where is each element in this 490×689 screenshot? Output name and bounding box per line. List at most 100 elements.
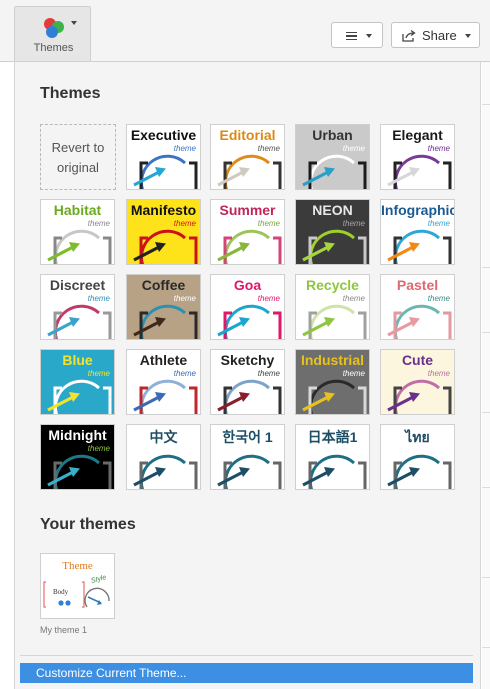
theme-tile-manifesto[interactable]: Manifesto theme — [126, 199, 201, 265]
theme-tile-lang-23[interactable]: ไทย — [380, 424, 455, 490]
preview-arc — [139, 379, 187, 414]
preview-arc — [139, 154, 187, 189]
preview-arc — [139, 454, 187, 489]
theme-tile-infographic[interactable]: Infographic theme — [380, 199, 455, 265]
theme-tile-midnight[interactable]: Midnight theme — [40, 424, 115, 490]
preview-right-bracket — [443, 236, 452, 264]
theme-subtitle: theme — [87, 444, 110, 453]
theme-tile-goa[interactable]: Goa theme — [210, 274, 285, 340]
revert-to-original-button[interactable]: Revert to original — [40, 124, 116, 190]
preview-right-bracket — [273, 161, 282, 189]
theme-tile-summer[interactable]: Summer theme — [210, 199, 285, 265]
preview-arc — [139, 304, 187, 339]
preview-arrow — [217, 244, 246, 262]
preview-arc — [308, 304, 356, 339]
share-button-label: Share — [422, 28, 457, 43]
theme-tile-recycle[interactable]: Recycle theme — [295, 274, 370, 340]
preview-arrow — [387, 394, 416, 412]
theme-name: Athlete — [139, 352, 188, 368]
preview-arrow — [133, 244, 162, 262]
preview-arc — [53, 229, 101, 264]
theme-tile-executive[interactable]: Executive theme — [126, 124, 201, 190]
theme-tile-coffee[interactable]: Coffee theme — [126, 274, 201, 340]
preview-arc — [53, 304, 101, 339]
theme-subtitle: theme — [427, 144, 450, 153]
preview-arc — [308, 454, 356, 489]
preview-arc — [393, 304, 441, 339]
theme-subtitle: theme — [87, 369, 110, 378]
theme-tile-1[interactable]: 한국어 1 — [210, 424, 285, 490]
preview-right-bracket — [189, 161, 198, 189]
background-strip — [482, 62, 490, 689]
preview-right-bracket — [358, 386, 367, 414]
customize-current-theme-button[interactable]: Customize Current Theme... — [20, 663, 473, 683]
theme-name: 中文 — [149, 429, 178, 445]
theme-subtitle: theme — [427, 294, 450, 303]
my-theme-tile[interactable]: Theme Body Style — [40, 553, 115, 619]
theme-subtitle: theme — [87, 294, 110, 303]
preview-right-bracket — [273, 461, 282, 489]
preview-arc — [308, 379, 356, 414]
preview-arc — [53, 379, 101, 414]
theme-name: Cute — [401, 352, 434, 368]
share-button[interactable]: Share — [391, 22, 480, 48]
theme-tile-cute[interactable]: Cute theme — [380, 349, 455, 415]
theme-subtitle: theme — [173, 369, 196, 378]
themes-button[interactable]: Themes — [14, 6, 91, 61]
top-toolbar: Themes Share — [0, 0, 490, 62]
theme-name: 日本語1 — [307, 429, 358, 445]
theme-subtitle: theme — [173, 144, 196, 153]
theme-tile-editorial[interactable]: Editorial theme — [210, 124, 285, 190]
theme-tile-lang-20[interactable]: 中文 — [126, 424, 201, 490]
menu-lines-icon — [346, 32, 357, 40]
preview-arc — [223, 229, 271, 264]
theme-subtitle: theme — [257, 219, 280, 228]
theme-tile-1[interactable]: 日本語1 — [295, 424, 370, 490]
preview-arrow — [302, 169, 331, 187]
theme-tile-blue[interactable]: Blue theme — [40, 349, 115, 415]
theme-name: 한국어 1 — [222, 429, 273, 445]
preview-right-bracket — [273, 386, 282, 414]
share-icon — [402, 29, 416, 42]
theme-name: Editorial — [219, 127, 276, 143]
preview-arrow — [133, 169, 162, 187]
preview-arrow — [217, 394, 246, 412]
theme-tile-sketchy[interactable]: Sketchy theme — [210, 349, 285, 415]
preview-arc — [139, 229, 187, 264]
preview-arc — [223, 379, 271, 414]
theme-name: Urban — [312, 127, 353, 143]
theme-tile-habitat[interactable]: Habitat theme — [40, 199, 115, 265]
preview-right-bracket — [273, 236, 282, 264]
my-theme-title-sample: Theme — [62, 560, 93, 572]
preview-arrow — [133, 394, 162, 412]
theme-tile-elegant[interactable]: Elegant theme — [380, 124, 455, 190]
preview-right-bracket — [358, 311, 367, 339]
dropdown-caret-icon — [366, 34, 372, 38]
menu-button[interactable] — [331, 22, 383, 48]
preview-right-bracket — [273, 311, 282, 339]
preview-arrow — [302, 319, 331, 337]
preview-arc — [308, 229, 356, 264]
theme-name: Sketchy — [220, 352, 275, 368]
preview-right-bracket — [103, 386, 112, 414]
theme-tile-athlete[interactable]: Athlete theme — [126, 349, 201, 415]
preview-arrow — [47, 319, 76, 337]
theme-subtitle: theme — [173, 219, 196, 228]
theme-subtitle: theme — [342, 219, 365, 228]
theme-tile-discreet[interactable]: Discreet theme — [40, 274, 115, 340]
preview-arrow — [302, 469, 331, 487]
preview-right-bracket — [103, 236, 112, 264]
theme-tile-neon[interactable]: NEON theme — [295, 199, 370, 265]
preview-right-bracket — [189, 461, 198, 489]
theme-tile-urban[interactable]: Urban theme — [295, 124, 370, 190]
theme-tile-industrial[interactable]: Industrial theme — [295, 349, 370, 415]
preview-arrow — [133, 319, 162, 337]
preview-arrow — [217, 169, 246, 187]
revert-label-line2: original — [57, 160, 99, 175]
preview-right-bracket — [443, 161, 452, 189]
theme-name: ไทย — [405, 429, 430, 445]
divider — [20, 655, 473, 656]
theme-subtitle: theme — [257, 144, 280, 153]
dropdown-caret-icon — [465, 34, 471, 38]
theme-tile-pastel[interactable]: Pastel theme — [380, 274, 455, 340]
